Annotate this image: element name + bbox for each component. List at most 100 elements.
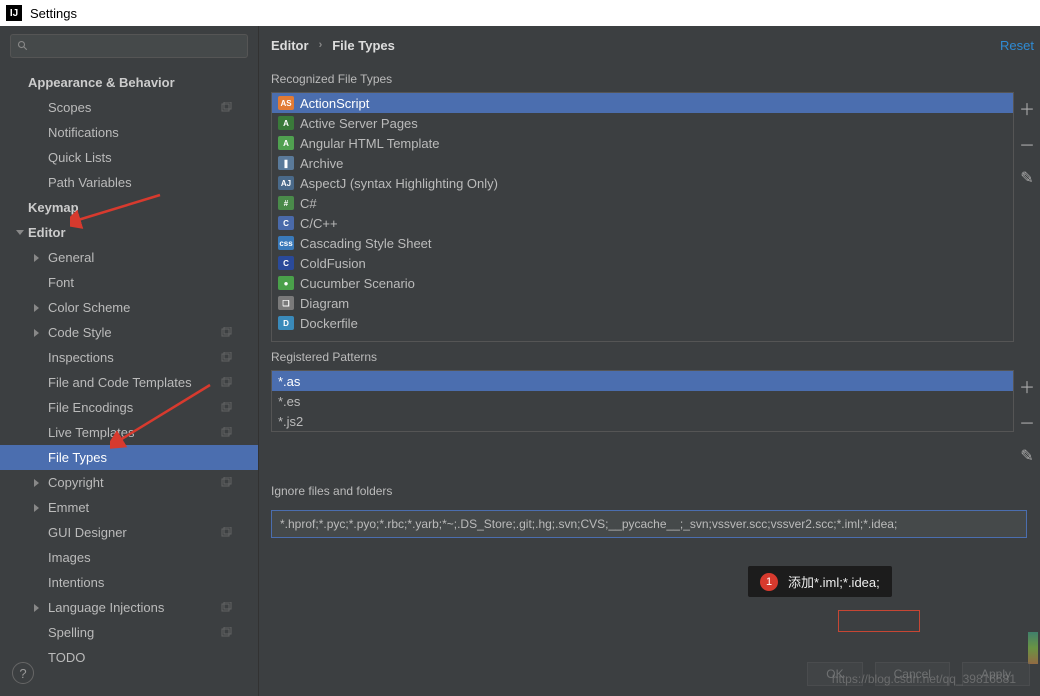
callout-number: 1 <box>760 573 778 591</box>
edit-icon[interactable]: ✎ <box>1020 446 1033 466</box>
tree-label: Appearance & Behavior <box>28 75 175 90</box>
tree-item-spelling[interactable]: Spelling <box>0 620 258 645</box>
pattern-row[interactable]: *.as <box>272 371 1013 391</box>
file-type-row[interactable]: ❚Archive <box>272 153 1013 173</box>
tree-label: Path Variables <box>48 175 132 190</box>
file-type-row[interactable]: A Active Server Pages <box>272 113 1013 133</box>
file-icon: AJ <box>278 176 294 190</box>
tree-item-todo[interactable]: TODO <box>0 645 258 670</box>
file-type-row[interactable]: DDockerfile <box>272 313 1013 333</box>
file-type-row[interactable]: AAngular HTML Template <box>272 133 1013 153</box>
tree-item-live-templates[interactable]: Live Templates <box>0 420 258 445</box>
file-type-label: C# <box>300 196 317 211</box>
tree-item-path-variables[interactable]: Path Variables <box>0 170 258 195</box>
edit-icon[interactable]: ✎ <box>1020 168 1033 188</box>
tree-item-general[interactable]: General <box>0 245 258 270</box>
tree-item-code-style[interactable]: Code Style <box>0 320 258 345</box>
scheme-icon <box>220 602 232 614</box>
file-type-label: Active Server Pages <box>300 116 418 131</box>
scheme-icon <box>220 477 232 489</box>
tree-item-copyright[interactable]: Copyright <box>0 470 258 495</box>
file-type-row[interactable]: CColdFusion <box>272 253 1013 273</box>
scheme-icon <box>220 427 232 439</box>
tree-label: Font <box>48 275 74 290</box>
tree-item-color-scheme[interactable]: Color Scheme <box>0 295 258 320</box>
file-type-row[interactable]: ASActionScript <box>272 93 1013 113</box>
remove-icon[interactable]: － <box>1019 410 1035 434</box>
tree-item-file-types[interactable]: File Types <box>0 445 258 470</box>
scheme-icon <box>220 527 232 539</box>
tree-item-scopes[interactable]: Scopes <box>0 95 258 120</box>
file-icon: C <box>278 216 294 230</box>
crumb-editor[interactable]: Editor <box>271 38 309 53</box>
reset-link[interactable]: Reset <box>1000 38 1034 53</box>
tree-label: Intentions <box>48 575 104 590</box>
scheme-icon <box>220 377 232 389</box>
recognized-label: Recognized File Types <box>259 64 1040 92</box>
file-icon: AS <box>278 96 294 110</box>
file-type-label: Angular HTML Template <box>300 136 439 151</box>
patterns-toolbar: ＋ － ✎ <box>1014 370 1040 466</box>
content-panel: Editor › File Types Reset Recognized Fil… <box>258 26 1040 696</box>
file-icon: A <box>278 116 294 130</box>
tree-item-notifications[interactable]: Notifications <box>0 120 258 145</box>
ignore-input[interactable] <box>271 510 1027 538</box>
app-icon: IJ <box>6 5 22 21</box>
tree-item-quick-lists[interactable]: Quick Lists <box>0 145 258 170</box>
remove-icon[interactable]: － <box>1019 132 1035 156</box>
apply-button[interactable]: Apply <box>962 662 1030 686</box>
dialog-buttons: OK Cancel Apply <box>807 662 1030 686</box>
file-types-list[interactable]: ASActionScript A Active Server Pages AAngul… <box>271 92 1014 342</box>
tree-item-gui-designer[interactable]: GUI Designer <box>0 520 258 545</box>
add-icon[interactable]: ＋ <box>1019 96 1035 120</box>
tree-item-language-injections[interactable]: Language Injections <box>0 595 258 620</box>
expand-arrow-icon <box>34 329 39 337</box>
cancel-button[interactable]: Cancel <box>875 662 950 686</box>
help-button[interactable]: ? <box>12 662 34 684</box>
pattern-row[interactable]: *.es <box>272 391 1013 411</box>
tree-item-emmet[interactable]: Emmet <box>0 495 258 520</box>
tree-label: Language Injections <box>48 600 164 615</box>
tree-item-intentions[interactable]: Intentions <box>0 570 258 595</box>
tree-item-appearance-behavior[interactable]: Appearance & Behavior <box>0 70 258 95</box>
pattern-row[interactable]: *.js2 <box>272 411 1013 431</box>
ignore-label: Ignore files and folders <box>271 476 1028 504</box>
types-toolbar: ＋ － ✎ <box>1014 92 1040 342</box>
tree-label: Color Scheme <box>48 300 130 315</box>
add-icon[interactable]: ＋ <box>1019 374 1035 398</box>
file-type-row[interactable]: ❏Diagram <box>272 293 1013 313</box>
scheme-icon <box>220 327 232 339</box>
file-type-label: Cucumber Scenario <box>300 276 415 291</box>
pattern-label: *.as <box>278 374 300 389</box>
pattern-label: *.js2 <box>278 414 303 429</box>
settings-tree: Appearance & Behavior ScopesNotifications… <box>0 66 258 696</box>
search-input[interactable] <box>10 34 248 58</box>
file-type-row[interactable]: ●Cucumber Scenario <box>272 273 1013 293</box>
tree-item-file-encodings[interactable]: File Encodings <box>0 395 258 420</box>
file-type-row[interactable]: cssCascading Style Sheet <box>272 233 1013 253</box>
scheme-icon <box>220 352 232 364</box>
file-type-row[interactable]: AJAspectJ (syntax Highlighting Only) <box>272 173 1013 193</box>
file-type-row[interactable]: CC/C++ <box>272 213 1013 233</box>
tree-item-inspections[interactable]: Inspections <box>0 345 258 370</box>
annotation-callout: 1 添加*.iml;*.idea; <box>748 566 892 597</box>
tree-item-font[interactable]: Font <box>0 270 258 295</box>
file-type-label: ColdFusion <box>300 256 366 271</box>
tree-item-images[interactable]: Images <box>0 545 258 570</box>
expand-arrow-icon <box>34 254 39 262</box>
tree-label: File Encodings <box>48 400 133 415</box>
tree-item-editor[interactable]: Editor <box>0 220 258 245</box>
tree-label: File and Code Templates <box>48 375 192 390</box>
tree-item-file-and-code-templates[interactable]: File and Code Templates <box>0 370 258 395</box>
expand-arrow-icon <box>34 304 39 312</box>
patterns-list[interactable]: *.as *.es *.js2 <box>271 370 1014 432</box>
tree-label: Images <box>48 550 91 565</box>
tree-item-keymap[interactable]: Keymap <box>0 195 258 220</box>
search-icon <box>17 40 29 52</box>
crumb-filetypes: File Types <box>332 38 395 53</box>
file-type-label: Cascading Style Sheet <box>300 236 432 251</box>
scheme-icon <box>220 102 232 114</box>
file-type-row[interactable]: #C# <box>272 193 1013 213</box>
file-type-label: Diagram <box>300 296 349 311</box>
ok-button[interactable]: OK <box>807 662 862 686</box>
